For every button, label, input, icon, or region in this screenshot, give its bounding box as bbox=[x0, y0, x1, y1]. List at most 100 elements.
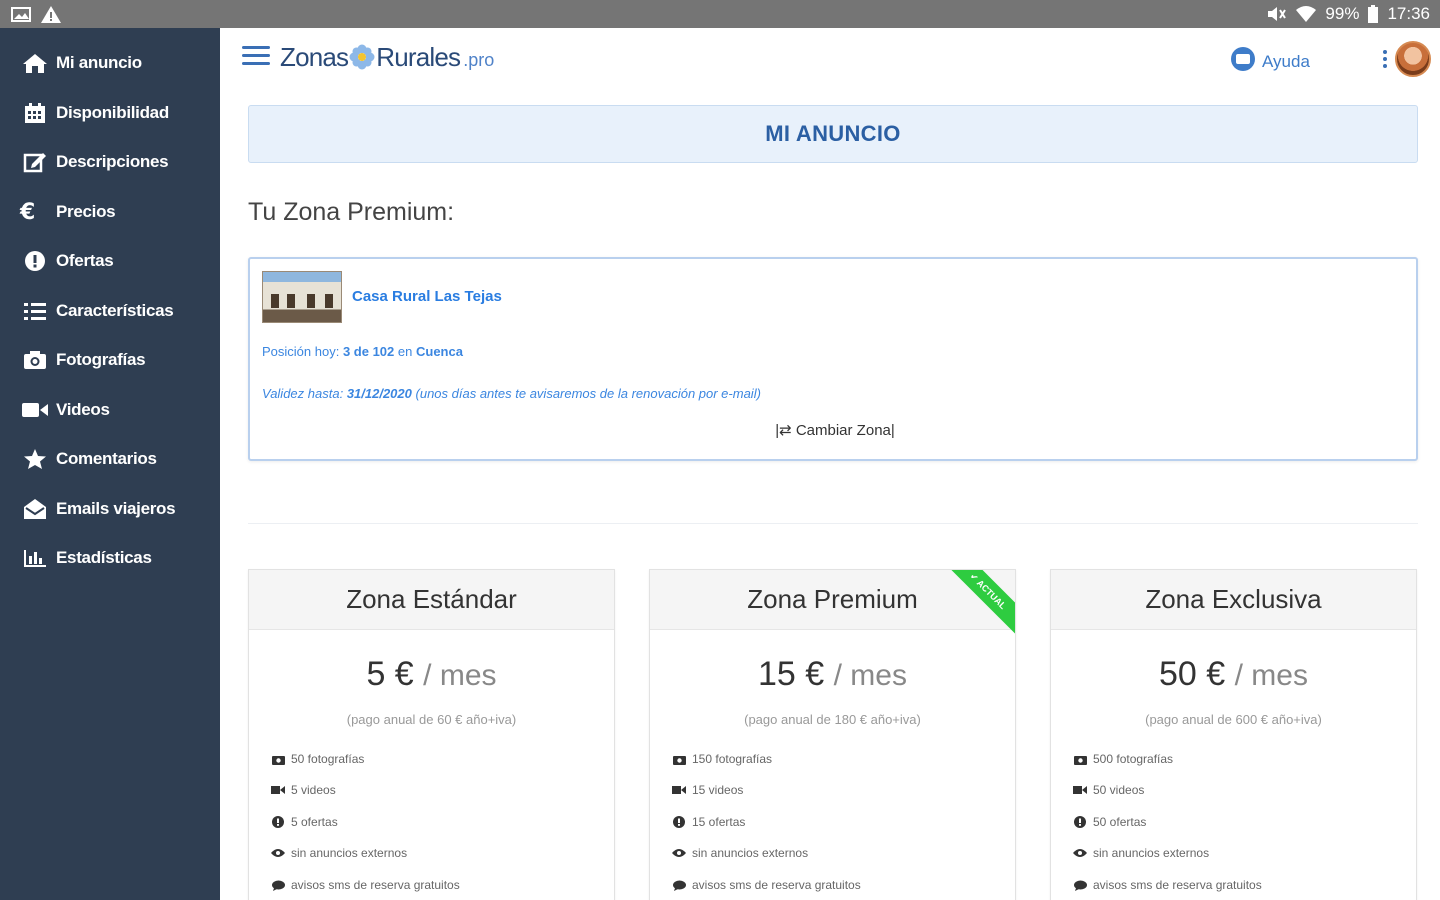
comment-icon bbox=[672, 879, 686, 891]
feature-label: 50 videos bbox=[1093, 783, 1145, 797]
feature-photos: 500 fotografías bbox=[1073, 752, 1173, 766]
camera-icon bbox=[1073, 753, 1087, 765]
warning-notification-icon bbox=[40, 4, 62, 24]
eye-icon bbox=[672, 847, 686, 859]
house-thumbnail[interactable] bbox=[262, 271, 342, 323]
validity-date: 31/12/2020 bbox=[346, 386, 412, 401]
plan-price-period: / mes bbox=[1234, 659, 1308, 692]
plan-price-value: 5 € bbox=[366, 655, 414, 693]
feature-offers: 15 ofertas bbox=[672, 815, 745, 829]
sidebar-item-descripciones[interactable]: Descripciones bbox=[0, 140, 220, 184]
help-label: Ayuda bbox=[1262, 51, 1310, 71]
feature-label: 5 videos bbox=[291, 783, 336, 797]
sidebar-item-label: Fotografías bbox=[56, 350, 146, 369]
more-vertical-icon[interactable] bbox=[1383, 50, 1389, 70]
position-value: 3 de 102 bbox=[342, 344, 395, 359]
plan-price: 5 € / mes bbox=[249, 655, 614, 694]
edit-icon bbox=[20, 151, 50, 173]
comment-icon bbox=[271, 879, 285, 891]
star-icon bbox=[20, 448, 50, 470]
position-line: Posición hoy: 3 de 102 en Cuenca bbox=[262, 344, 463, 359]
sidebar: Mi anuncio Disponibilidad Descripciones … bbox=[0, 28, 220, 900]
feature-no-ads: sin anuncios externos bbox=[672, 846, 808, 860]
change-zone-button[interactable]: |⇄ Cambiar Zona| bbox=[250, 421, 1420, 439]
sidebar-item-caracteristicas[interactable]: Características bbox=[0, 289, 220, 333]
feature-label: 150 fotografías bbox=[692, 752, 773, 766]
feature-videos: 5 videos bbox=[271, 783, 336, 797]
camera-icon bbox=[672, 753, 686, 765]
camera-icon bbox=[271, 753, 285, 765]
sidebar-item-estadisticas[interactable]: Estadísticas bbox=[0, 536, 220, 580]
current-zone-card: Casa Rural Las Tejas Posición hoy: 3 de … bbox=[248, 257, 1418, 461]
menu-icon[interactable] bbox=[242, 44, 270, 68]
sidebar-item-videos[interactable]: Videos bbox=[0, 388, 220, 432]
alert-circle-icon bbox=[672, 816, 686, 828]
feature-videos: 50 videos bbox=[1073, 783, 1144, 797]
feature-sms: avisos sms de reserva gratuitos bbox=[672, 878, 861, 892]
position-prefix: Posición hoy: bbox=[262, 344, 340, 359]
envelope-open-icon bbox=[20, 498, 50, 520]
sidebar-item-emails-viajeros[interactable]: Emails viajeros bbox=[0, 487, 220, 531]
validity-note: (unos días antes te avisaremos de la ren… bbox=[415, 386, 761, 401]
plan-price-period: / mes bbox=[423, 659, 497, 692]
feature-label: 50 fotografías bbox=[291, 752, 365, 766]
sidebar-item-mi-anuncio[interactable]: Mi anuncio bbox=[0, 41, 220, 85]
plan-name: Zona Exclusiva bbox=[1051, 570, 1416, 630]
sidebar-item-fotografias[interactable]: Fotografías bbox=[0, 338, 220, 382]
chat-bubble-icon bbox=[1230, 46, 1256, 77]
position-in: en bbox=[397, 344, 413, 359]
sidebar-item-ofertas[interactable]: Ofertas bbox=[0, 239, 220, 283]
sidebar-item-precios[interactable]: € Precios bbox=[0, 190, 220, 234]
calendar-icon bbox=[20, 102, 50, 124]
plan-price: 50 € / mes bbox=[1051, 655, 1416, 694]
sidebar-item-label: Ofertas bbox=[56, 251, 114, 270]
alert-circle-icon bbox=[1073, 816, 1087, 828]
avatar[interactable] bbox=[1395, 41, 1431, 77]
feature-label: sin anuncios externos bbox=[692, 846, 809, 860]
logo[interactable]: Zonas Rurales .pro bbox=[280, 40, 494, 76]
sidebar-item-label: Emails viajeros bbox=[56, 499, 176, 518]
feature-sms: avisos sms de reserva gratuitos bbox=[271, 878, 460, 892]
plan-card-exclusiva[interactable]: Zona Exclusiva 50 € / mes (pago anual de… bbox=[1050, 569, 1417, 900]
plan-annual-price: (pago anual de 180 € año+iva) bbox=[744, 712, 921, 727]
plan-card-premium[interactable]: Zona Premium ✔ ACTUAL 15 € / mes (pago a… bbox=[649, 569, 1016, 900]
feature-photos: 150 fotografías bbox=[672, 752, 772, 766]
home-icon bbox=[20, 52, 50, 74]
divider bbox=[248, 523, 1418, 524]
sidebar-item-disponibilidad[interactable]: Disponibilidad bbox=[0, 91, 220, 135]
validity-line: Validez hasta: 31/12/2020 (unos días ant… bbox=[262, 386, 761, 401]
feature-no-ads: sin anuncios externos bbox=[1073, 846, 1209, 860]
house-name-link[interactable]: Casa Rural Las Tejas bbox=[352, 288, 502, 305]
sidebar-item-label: Características bbox=[56, 301, 174, 320]
feature-label: sin anuncios externos bbox=[291, 846, 408, 860]
feature-label: 5 ofertas bbox=[291, 815, 338, 829]
feature-offers: 5 ofertas bbox=[271, 815, 338, 829]
page-title: MI ANUNCIO bbox=[765, 121, 901, 146]
feature-offers: 50 ofertas bbox=[1073, 815, 1146, 829]
sidebar-item-comentarios[interactable]: Comentarios bbox=[0, 437, 220, 481]
top-header: Zonas Rurales .pro Ayuda bbox=[220, 28, 1440, 90]
sidebar-item-label: Estadísticas bbox=[56, 548, 152, 567]
plan-price: 15 € / mes bbox=[650, 655, 1015, 694]
alert-circle-icon bbox=[271, 816, 285, 828]
feature-label: sin anuncios externos bbox=[1093, 846, 1210, 860]
alert-circle-icon bbox=[20, 250, 50, 272]
bar-chart-icon bbox=[20, 547, 50, 569]
eye-icon bbox=[1073, 847, 1087, 859]
position-place: Cuenca bbox=[416, 344, 463, 359]
plan-annual-price: (pago anual de 600 € año+iva) bbox=[1145, 712, 1322, 727]
help-button[interactable]: Ayuda bbox=[1230, 46, 1310, 77]
feature-label: 15 ofertas bbox=[692, 815, 746, 829]
plan-card-estandar[interactable]: Zona Estándar 5 € / mes (pago anual de 6… bbox=[248, 569, 615, 900]
status-bar: 99% 17:36 bbox=[0, 0, 1440, 28]
feature-label: 50 ofertas bbox=[1093, 815, 1147, 829]
zone-heading: Tu Zona Premium: bbox=[248, 198, 455, 226]
page-title-bar: MI ANUNCIO bbox=[248, 105, 1418, 163]
plan-price-period: / mes bbox=[833, 659, 907, 692]
feature-label: avisos sms de reserva gratuitos bbox=[291, 878, 460, 892]
euro-icon: € bbox=[20, 199, 36, 225]
sidebar-item-label: Mi anuncio bbox=[56, 53, 142, 72]
sidebar-item-label: Comentarios bbox=[56, 449, 157, 468]
sidebar-item-label: Descripciones bbox=[56, 152, 169, 171]
flower-logo-icon bbox=[349, 44, 375, 70]
